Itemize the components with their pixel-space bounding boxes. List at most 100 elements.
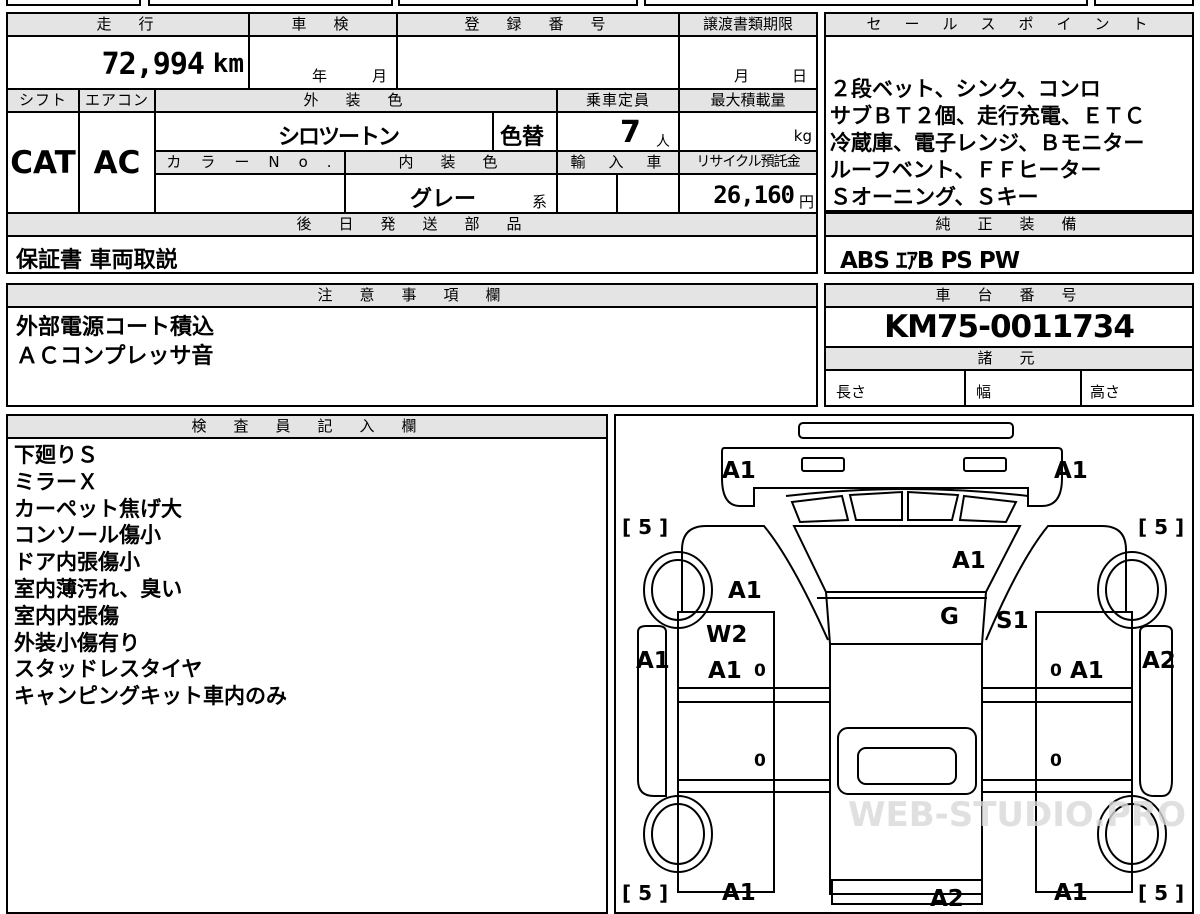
ac-value: AC [93, 145, 141, 181]
recycle-fee-value: 26,160 [713, 181, 795, 209]
notes-header: 注 意 事 項 欄 [8, 285, 816, 308]
registration-number-header: 登 録 番 号 [398, 14, 680, 37]
vehicle-damage-diagram: [ 5 ] [ 5 ] [ 5 ] [ 5 ] A1 A1 A1 A1 A1 G… [614, 414, 1194, 914]
import-cell-b [618, 175, 680, 214]
later-parts-header: 後 日 発 送 部 品 [8, 214, 816, 237]
damage-mark-right-door: A2 [1142, 648, 1176, 674]
tire-mark-rear-right: [ 5 ] [1138, 881, 1184, 905]
damage-mark-hood: A1 [952, 548, 986, 574]
height-label: 高さ [1090, 383, 1121, 401]
recycle-fee-cell: 26,160 円 [680, 175, 816, 214]
recycle-fee-header: リサイクル預託金 [680, 152, 816, 175]
mileage-unit: km [212, 49, 244, 79]
ac-header: エアコン [80, 90, 156, 113]
sales-points-list: ２段ベット、シンク、コンロ サブＢＴ２個、走行充電、ＥＴＣ 冷蔵庫、電子レンジ、… [830, 76, 1194, 211]
equipment-box: 純 正 装 備 ABS ｴｱB PS PW [824, 212, 1194, 274]
notes-list: 外部電源コート積込 ＡＣコンプレッサ音 [16, 313, 214, 371]
damage-mark-front-right: A1 [1054, 458, 1088, 484]
length-label: 長さ [836, 383, 867, 401]
damage-mark-left-door: A1 [636, 648, 670, 674]
specs-header: 諸 元 [826, 346, 1192, 371]
color-change-cell: 色替 [494, 113, 558, 152]
inspector-header: 検 査 員 記 入 欄 [8, 416, 606, 439]
equipment-value: ABS ｴｱB PS PW [840, 248, 1020, 274]
interior-color-cell: グレー 系 [346, 175, 558, 214]
shift-header: シフト [8, 90, 80, 113]
inspector-line: ドア内張傷小 [14, 550, 140, 575]
shift-value: CAT [10, 145, 76, 181]
mileage-value: 72,994 [101, 47, 205, 82]
notes-box: 注 意 事 項 欄 外部電源コート積込 ＡＣコンプレッサ音 [6, 283, 818, 407]
color-number-cell [156, 175, 346, 214]
damage-mark-right-panel: A1 [1070, 658, 1104, 684]
transfer-deadline-cell: 月 日 [680, 37, 816, 90]
damage-mark-rear-left: A1 [722, 880, 756, 906]
capacity-value: 7 [620, 115, 641, 150]
damage-mark-left-fender: A1 [728, 578, 762, 604]
inspection-header: 車 検 [250, 14, 398, 37]
sales-points-box: セ ー ル ス ポ イ ン ト ２段ベット、シンク、コンロ サブＢＴ２個、走行充… [824, 12, 1194, 212]
sales-point-line: サブＢＴ２個、走行充電、ＥＴＣ [830, 104, 1145, 128]
transfer-deadline-header: 譲渡書類期限 [680, 14, 816, 37]
zero-mark: 0 [1050, 661, 1062, 681]
inspector-line: ミラーＸ [14, 469, 98, 494]
damage-mark-rear-right: A1 [1054, 880, 1088, 906]
later-parts-value: 保証書 車両取説 [16, 248, 178, 273]
inspector-line: コンソール傷小 [14, 523, 161, 548]
capacity-header: 乗車定員 [558, 90, 680, 113]
sales-point-line: ２段ベット、シンク、コンロ [830, 77, 1101, 101]
top-strip [0, 0, 1200, 6]
chassis-box: 車 台 番 号 KM75-0011734 諸 元 長さ 幅 高さ [824, 283, 1194, 407]
damage-mark-windshield-side: S1 [996, 608, 1029, 634]
transfer-month-label: 月 [734, 67, 750, 85]
registration-number-cell [398, 37, 680, 90]
zero-mark: 0 [1050, 751, 1062, 771]
exterior-color-header: 外 装 色 [156, 90, 558, 113]
length-cell: 長さ [826, 369, 966, 405]
mileage-cell: 72,994 km [8, 37, 250, 90]
load-unit: kg [793, 127, 812, 145]
height-cell: 高さ [1082, 369, 1192, 405]
zero-mark: 0 [754, 661, 766, 681]
zero-mark: 0 [754, 751, 766, 771]
transfer-day-label: 日 [792, 67, 808, 85]
exterior-color-cell: シロツートン [156, 113, 494, 152]
inspector-box: 検 査 員 記 入 欄 下廻りＳ ミラーＸ カーペット焦げ大 コンソール傷小 ド… [6, 414, 608, 914]
recycle-fee-unit: 円 [798, 193, 814, 211]
inspector-line: スタッドレスタイヤ [14, 657, 203, 682]
inspection-cell: 年 月 [250, 37, 398, 90]
tire-mark-front-left: [ 5 ] [622, 515, 668, 539]
watermark: WEB-STUDIO.PRO [848, 795, 1186, 835]
max-load-cell: kg [680, 113, 816, 152]
tire-mark-front-right: [ 5 ] [1138, 515, 1184, 539]
interior-color-value: グレー [410, 187, 477, 212]
sales-point-line: ルーフベント、ＦＦヒーター [830, 158, 1102, 182]
vehicle-info-form: 走 行 車 検 登 録 番 号 譲渡書類期限 72,994 km 年 月 月 日… [6, 12, 818, 274]
exterior-color-value: シロツートン [278, 125, 400, 150]
capacity-unit: 人 [656, 134, 670, 150]
equipment-header: 純 正 装 備 [826, 214, 1192, 237]
month-label: 月 [372, 67, 388, 85]
shift-cell: CAT [8, 113, 80, 214]
note-line: ＡＣコンプレッサ音 [16, 344, 214, 369]
inspector-line: 室内薄汚れ、臭い [14, 576, 183, 601]
inspector-line: 外装小傷有り [14, 630, 140, 655]
ac-cell: AC [80, 113, 156, 214]
color-number-header: カ ラ ー N o . [156, 152, 346, 175]
chassis-number-value: KM75-0011734 [884, 309, 1135, 345]
inspector-line: カーペット焦げ大 [14, 496, 182, 521]
color-change-label: 色替 [500, 125, 545, 150]
damage-mark-left-panel-top: W2 [706, 622, 747, 648]
vehicle-outline-svg: [ 5 ] [ 5 ] [ 5 ] [ 5 ] A1 A1 A1 A1 A1 G… [622, 422, 1186, 906]
sales-points-header: セ ー ル ス ポ イ ン ト [826, 14, 1192, 37]
import-header: 輸 入 車 [558, 152, 680, 175]
import-cell-a [558, 175, 618, 214]
width-label: 幅 [976, 383, 992, 401]
capacity-cell: 7 人 [558, 113, 680, 152]
inspector-list: 下廻りＳ ミラーＸ カーペット焦げ大 コンソール傷小 ドア内張傷小 室内薄汚れ、… [14, 442, 287, 710]
inspector-line: キャンピングキット車内のみ [14, 684, 287, 709]
inspector-line: 下廻りＳ [14, 443, 98, 467]
inspector-line: 室内内張傷 [14, 603, 119, 628]
sales-point-line: Ｓオーニング、Ｓキー [830, 185, 1039, 209]
max-load-header: 最大積載量 [680, 90, 816, 113]
